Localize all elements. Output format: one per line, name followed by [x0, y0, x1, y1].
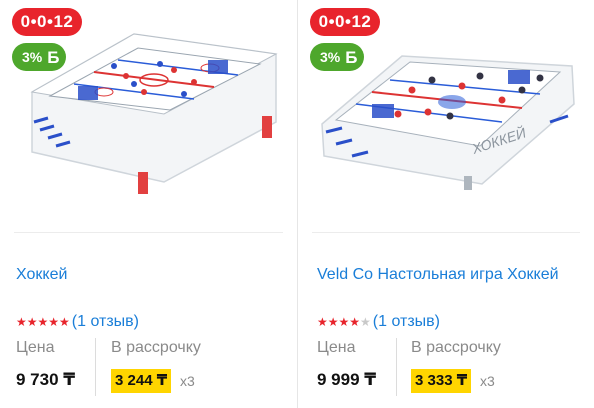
bonus-badge: 3% Б — [12, 43, 66, 71]
installment-price: 3 333 ₸ — [411, 369, 472, 393]
divider — [396, 338, 397, 396]
price: 9 999 ₸ — [317, 370, 377, 389]
installment-label: В рассрочку — [111, 339, 201, 356]
reviews-link[interactable]: (1 отзыв) — [373, 313, 440, 331]
rating-stars: ★★★★★ — [16, 315, 70, 329]
installment-price: 3 244 ₸ — [111, 369, 172, 393]
price-label: Цена — [16, 339, 55, 356]
divider — [95, 338, 96, 396]
rating[interactable]: ★★★★★ (1 отзыв) — [317, 313, 440, 331]
product-title[interactable]: Хоккей — [16, 264, 286, 285]
countdown-badge: 0•0•12 — [310, 8, 380, 36]
installment-label: В рассрочку — [411, 339, 501, 356]
price-label: Цена — [317, 339, 356, 356]
countdown-badge: 0•0•12 — [12, 8, 82, 36]
bonus-badge: 3% Б — [310, 43, 364, 71]
divider — [14, 232, 283, 233]
reviews-link[interactable]: (1 отзыв) — [72, 313, 139, 331]
rating-stars: ★★★★★ — [317, 315, 371, 329]
tenge-bonus-icon: Б — [345, 47, 358, 67]
bonus-percent: 3% — [22, 49, 43, 65]
divider — [312, 232, 580, 233]
rating[interactable]: ★★★★★ (1 отзыв) — [16, 313, 139, 331]
installment-multiplier: x3 — [480, 373, 495, 389]
product-card[interactable]: 0•0•12 3% Б ХОККЕЙ Veld Co Настольная иг… — [297, 0, 594, 408]
tenge-bonus-icon: Б — [47, 47, 60, 67]
product-title[interactable]: Veld Co Настольная игра Хоккей — [317, 264, 587, 285]
installment-multiplier: x3 — [180, 373, 195, 389]
product-card[interactable]: 0•0•12 3% Б Хоккей ★★★★★ (1 отзыв) Цена … — [0, 0, 297, 408]
price: 9 730 ₸ — [16, 370, 76, 389]
bonus-percent: 3% — [320, 49, 341, 65]
